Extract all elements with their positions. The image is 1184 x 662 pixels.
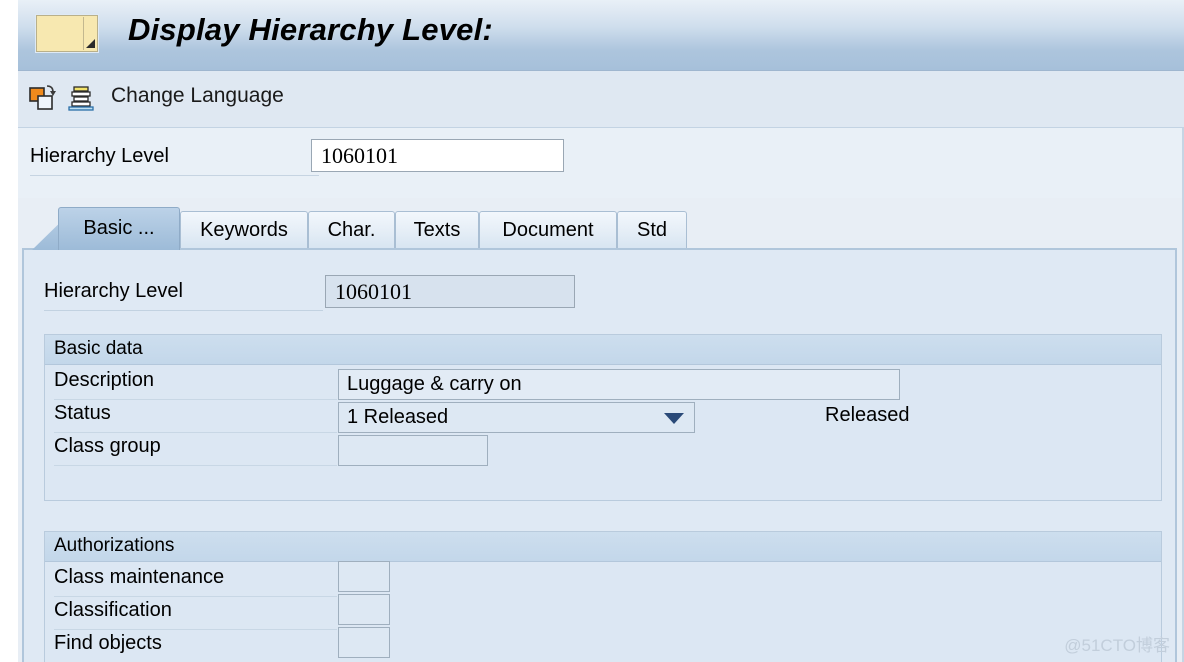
field-underline (44, 310, 323, 311)
change-language-button[interactable]: Change Language (111, 84, 284, 108)
field-underline (30, 175, 319, 176)
class-maintenance-input[interactable] (338, 561, 390, 592)
basic-data-header-label: Basic data (54, 338, 143, 359)
classification-input[interactable] (338, 594, 390, 625)
chevron-down-icon[interactable] (664, 413, 684, 424)
hierarchy-level-label: Hierarchy Level (30, 145, 169, 167)
tab-char[interactable]: Char. (308, 211, 395, 250)
row-class-group: Class group (45, 433, 1161, 466)
row-classification: Classification (45, 597, 1161, 630)
tab-keywords[interactable]: Keywords (180, 211, 308, 250)
tab-document[interactable]: Document (479, 211, 617, 250)
hierarchy-level-input[interactable]: 1060101 (311, 139, 564, 172)
authorizations-group: Authorizations Class maintenance Classif… (44, 531, 1162, 662)
class-group-input[interactable] (338, 435, 488, 466)
tab-texts[interactable]: Texts (395, 211, 479, 250)
tab-std[interactable]: Std (617, 211, 687, 250)
find-objects-label: Find objects (54, 632, 162, 654)
row-find-objects: Find objects (45, 630, 1161, 662)
tab-basic[interactable]: Basic ... (58, 207, 180, 250)
authorizations-header: Authorizations (45, 532, 1161, 562)
description-label: Description (54, 369, 155, 391)
left-gutter (0, 0, 18, 662)
classification-label: Classification (54, 599, 172, 621)
session-window-icon (36, 15, 98, 52)
row-class-maintenance: Class maintenance (45, 564, 1161, 597)
watermark: @51CTO博客 (1064, 636, 1170, 655)
layers-icon[interactable] (66, 84, 96, 114)
description-input[interactable]: Luggage & carry on (338, 369, 900, 400)
tab-strip: Basic ... Keywords Char. Texts Document … (18, 205, 1184, 250)
class-group-label: Class group (54, 435, 161, 457)
class-maintenance-label: Class maintenance (54, 566, 225, 588)
tab-content-panel: Hierarchy Level 1060101 Basic data Descr… (22, 248, 1177, 662)
status-label: Status (54, 402, 111, 424)
sap-gui-window: Display Hierarchy Level: Change Language… (0, 0, 1184, 662)
application-toolbar: Change Language (18, 71, 1184, 128)
panel-hierarchy-level-label: Hierarchy Level (44, 280, 183, 302)
status-text: Released (825, 404, 910, 426)
authorizations-header-label: Authorizations (54, 535, 175, 556)
page-title: Display Hierarchy Level: (128, 12, 493, 47)
title-bar: Display Hierarchy Level: (18, 0, 1184, 71)
find-objects-input[interactable] (338, 627, 390, 658)
panel-hierarchy-level-input[interactable]: 1060101 (325, 275, 575, 308)
basic-data-header: Basic data (45, 335, 1161, 365)
selection-area: Hierarchy Level 1060101 (18, 128, 1184, 198)
status-dropdown[interactable]: 1 Released (338, 402, 695, 433)
copy-icon[interactable] (28, 84, 58, 114)
basic-data-group: Basic data Description Luggage & carry o… (44, 334, 1162, 501)
